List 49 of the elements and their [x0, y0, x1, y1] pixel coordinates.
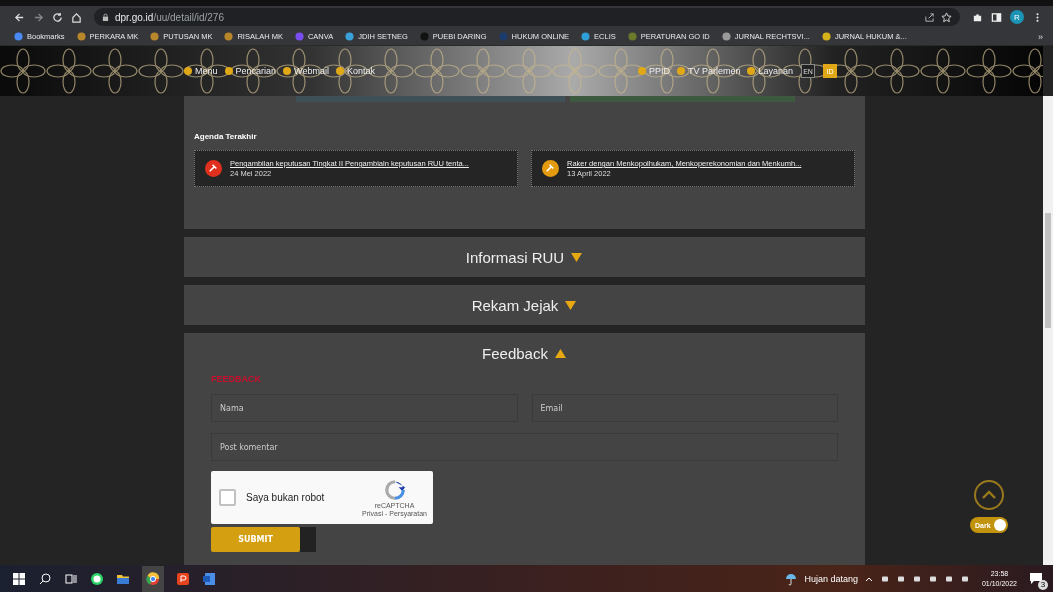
nav-link[interactable]: Menu: [183, 66, 218, 76]
nav-link[interactable]: Webmail: [282, 66, 329, 76]
url-text: dpr.go.id/uu/detail/id/276: [115, 11, 224, 23]
browser-icon[interactable]: [142, 565, 164, 592]
button-shadow: [300, 527, 316, 552]
nav-link[interactable]: Pencarian: [223, 66, 277, 76]
section-title: Agenda Terakhir: [194, 132, 258, 141]
nav-icon: [183, 66, 193, 76]
star-icon[interactable]: [941, 11, 952, 23]
task-view-icon[interactable]: [64, 571, 78, 586]
nav-icon: [334, 66, 345, 76]
forward-icon[interactable]: [33, 11, 44, 23]
word-app-icon[interactable]: [202, 571, 216, 586]
pdf-app-icon[interactable]: [176, 571, 190, 586]
reload-icon[interactable]: [52, 11, 63, 23]
lock-icon: [102, 12, 109, 22]
nav-link[interactable]: Kontak: [334, 66, 375, 76]
profile-avatar[interactable]: R: [1010, 10, 1024, 24]
nav-link[interactable]: Layanan: [746, 66, 794, 76]
nav-link[interactable]: TV Parlemen: [675, 66, 741, 76]
accordion-header[interactable]: Feedback: [482, 344, 548, 362]
name-field[interactable]: Nama: [211, 394, 518, 422]
address-bar[interactable]: dpr.go.id/uu/detail/id/276: [94, 8, 960, 26]
nav-icon: [282, 66, 293, 76]
nav-icon: [746, 66, 757, 76]
nav-icon: [675, 66, 686, 76]
scroll-to-top-icon[interactable]: [973, 479, 1005, 511]
nav-icon: [223, 66, 234, 76]
side-panel-icon[interactable]: [991, 11, 1002, 23]
captcha-checkbox[interactable]: [219, 489, 236, 506]
weather-icon[interactable]: [784, 571, 799, 586]
recaptcha-icon: [383, 478, 406, 501]
more-bookmarks-button[interactable]: »: [1038, 31, 1043, 42]
chat-app-icon[interactable]: [90, 571, 104, 586]
scrollbar[interactable]: [1043, 96, 1053, 565]
nav-icon: [636, 66, 647, 76]
weather-text[interactable]: Hujan datang: [804, 573, 858, 584]
windows-icon[interactable]: [12, 571, 26, 586]
back-icon[interactable]: [14, 11, 25, 23]
share-icon[interactable]: [924, 11, 935, 23]
search-icon[interactable]: [38, 571, 52, 586]
email-field[interactable]: Email: [531, 394, 838, 422]
form-heading: FEEDBACK: [211, 374, 262, 384]
accordion-header[interactable]: Informasi RUU: [465, 248, 565, 266]
home-icon[interactable]: [71, 11, 82, 23]
notification-button[interactable]: 3: [1029, 570, 1045, 587]
comment-field[interactable]: Post komentar: [211, 433, 838, 461]
captcha-label: Saya bukan robot: [246, 492, 325, 503]
accordion-header[interactable]: Rekam Jejak: [471, 296, 559, 314]
